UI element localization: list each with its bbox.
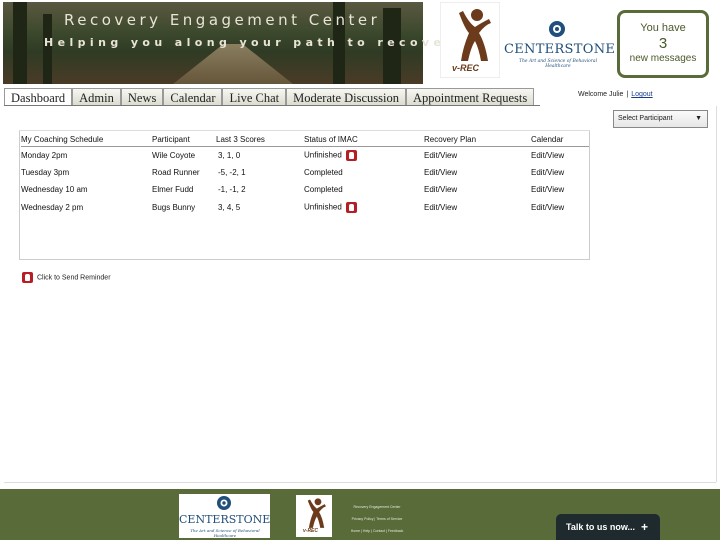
footer-vrec-label: v-REC: [303, 528, 319, 534]
boardwalk-path: [173, 44, 293, 84]
user-welcome: Welcome Julie | Logout: [578, 91, 653, 98]
col-header-schedule: My Coaching Schedule: [21, 133, 152, 147]
row-status: Unfinished: [304, 199, 424, 217]
recovery-plan-link[interactable]: Edit/View: [424, 199, 531, 217]
footer-nav-links[interactable]: Home | Help | Contact | Feedback: [340, 529, 414, 533]
live-chat-launcher[interactable]: Talk to us now... +: [556, 514, 660, 540]
tree-shape: [43, 14, 52, 84]
new-messages-box[interactable]: You have 3 new messages: [617, 10, 709, 78]
row-participant: Wile Coyote: [152, 150, 196, 160]
table-row: Wednesday 2 pm Bugs Bunny 3, 4, 5 Unfini…: [21, 199, 589, 217]
centerstone-label: CENTERSTONE: [504, 42, 616, 57]
messages-count: 3: [658, 35, 668, 52]
calendar-link[interactable]: Edit/View: [531, 181, 589, 199]
messages-line1: You have: [640, 22, 686, 34]
messages-line2: new messages: [629, 53, 697, 64]
chat-launcher-label: Talk to us now...: [566, 522, 636, 532]
calendar-link[interactable]: Edit/View: [531, 164, 589, 182]
chevron-down-icon: ▼: [695, 115, 702, 122]
recovery-plan-link[interactable]: Edit/View: [424, 164, 531, 182]
reminder-legend-text: Click to Send Reminder: [37, 274, 111, 282]
recovery-plan-link[interactable]: Edit/View: [424, 181, 531, 199]
tab-moderate-discussion[interactable]: Moderate Discussion: [286, 88, 407, 106]
table-row: Tuesday 3pm Road Runner -5, -2, 1 Comple…: [21, 164, 589, 182]
row-participant: Bugs Bunny: [152, 202, 196, 212]
col-header-participant: Participant: [152, 133, 216, 147]
tab-admin[interactable]: Admin: [72, 88, 121, 106]
send-reminder-hand-icon[interactable]: [345, 149, 357, 161]
participant-select[interactable]: Select Participant ▼: [613, 110, 708, 128]
status-text: Completed: [304, 185, 343, 195]
row-scores: -1, -1, 2: [218, 185, 246, 195]
send-reminder-hand-icon[interactable]: [345, 201, 357, 213]
col-header-imac-status: Status of IMAC: [304, 133, 424, 147]
status-text: Unfinished: [304, 150, 342, 160]
status-text: Completed: [304, 167, 343, 177]
footer-centerstone-tagline: The Art and Science of Behavioral Health…: [190, 528, 260, 538]
col-header-scores: Last 3 Scores: [216, 133, 304, 147]
row-scores: -5, -2, 1: [218, 167, 246, 177]
footer-site-name: Recovery Engagement Center: [353, 505, 401, 509]
row-time: Tuesday 3pm: [21, 167, 70, 177]
row-status: Unfinished: [304, 146, 424, 164]
participant-select-value: Select Participant: [618, 115, 673, 122]
tab-calendar[interactable]: Calendar: [163, 88, 223, 106]
table-row: Monday 2pm Wile Coyote 3, 1, 0 Unfinishe…: [21, 146, 589, 164]
logout-link[interactable]: Logout: [631, 91, 652, 98]
status-text: Unfinished: [304, 202, 342, 212]
hand-icon: [22, 272, 33, 283]
calendar-link[interactable]: Edit/View: [531, 146, 589, 164]
site-subtitle: Helping you along your path to recovery: [44, 36, 467, 49]
plus-icon: +: [640, 520, 648, 534]
recovery-plan-link[interactable]: Edit/View: [424, 146, 531, 164]
welcome-separator: |: [626, 91, 629, 98]
row-scores: 3, 4, 5: [218, 202, 241, 212]
tree-shape: [13, 2, 27, 84]
calendar-link[interactable]: Edit/View: [531, 199, 589, 217]
site-title: Recovery Engagement Center: [64, 11, 381, 29]
centerstone-emblem-icon: [217, 496, 231, 510]
tab-dashboard[interactable]: Dashboard: [4, 88, 73, 106]
panel-top-border: [19, 130, 590, 131]
row-time: Wednesday 2 pm: [21, 202, 84, 212]
col-header-calendar: Calendar: [531, 133, 589, 147]
col-header-recovery-plan: Recovery Plan: [424, 133, 531, 147]
coaching-schedule-table: My Coaching Schedule Participant Last 3 …: [21, 133, 589, 216]
reminder-legend: Click to Send Reminder: [22, 272, 111, 283]
row-time: Wednesday 10 am: [21, 185, 88, 195]
header: Recovery Engagement Center Helping you a…: [0, 0, 720, 88]
tab-appointment-requests[interactable]: Appointment Requests: [406, 88, 535, 106]
row-participant: Elmer Fudd: [152, 185, 194, 195]
row-scores: 3, 1, 0: [218, 150, 241, 160]
tab-divider: [4, 105, 540, 106]
person-figure-icon: [459, 9, 491, 61]
content-right-border: [716, 106, 717, 482]
content-bottom-border: [4, 482, 716, 483]
person-figure-icon: [307, 498, 326, 528]
row-status: Completed: [304, 181, 424, 199]
row-participant: Road Runner: [152, 167, 200, 177]
tab-news[interactable]: News: [120, 88, 164, 106]
main-tabs: Dashboard Admin News Calendar Live Chat …: [4, 88, 535, 106]
centerstone-emblem-icon: [549, 21, 565, 37]
vrec-label: v-REC: [452, 63, 480, 73]
footer-policy-links[interactable]: Privacy Policy | Terms of Service: [340, 517, 414, 521]
table-row: Wednesday 10 am Elmer Fudd -1, -1, 2 Com…: [21, 181, 589, 199]
table-header-row: My Coaching Schedule Participant Last 3 …: [21, 133, 589, 147]
centerstone-tagline: The Art and Science of Behavioral Health…: [518, 59, 598, 69]
footer-centerstone-label: CENTERSTONE: [179, 513, 271, 526]
row-status: Completed: [304, 164, 424, 182]
tab-live-chat[interactable]: Live Chat: [222, 88, 287, 106]
welcome-text: Welcome Julie: [578, 91, 624, 98]
row-time: Monday 2pm: [21, 150, 68, 160]
footer-links: Recovery Engagement Center Privacy Polic…: [340, 505, 414, 540]
